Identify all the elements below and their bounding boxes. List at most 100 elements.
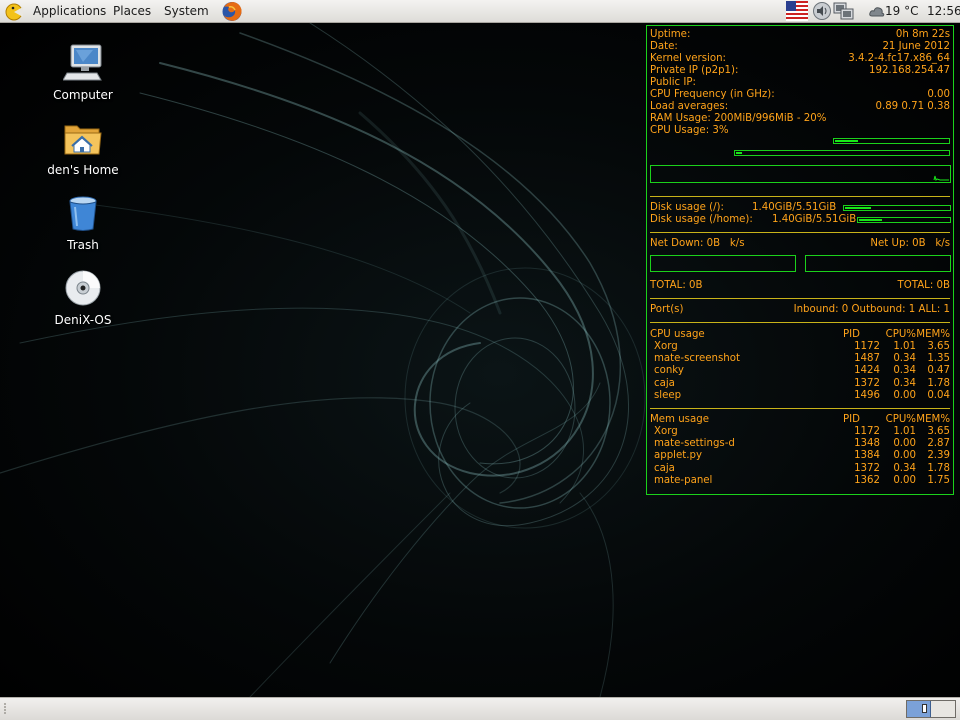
panel-handle-icon[interactable]: [3, 702, 9, 716]
net-up-label: Net Up:: [870, 238, 909, 249]
disk-root-bar: [843, 205, 951, 211]
menu-places[interactable]: Places: [113, 3, 151, 20]
date-row: Date: 21 June 2012: [650, 41, 950, 53]
divider: [650, 408, 950, 409]
divider: [650, 298, 950, 299]
net-up-graph: [805, 255, 951, 272]
mem-usage-header: Mem usage PID CPU% MEM%: [650, 414, 950, 426]
total-up: TOTAL: 0B: [898, 280, 950, 292]
desktop-icon-label: DeniX-OS: [54, 313, 112, 327]
workspace-window-thumb: [922, 704, 927, 713]
mem-usage-title: Mem usage: [650, 414, 709, 425]
total-up-label: TOTAL:: [897, 280, 934, 291]
kernel-row: Kernel version: 3.4.2-4.fc17.x86_64: [650, 53, 950, 65]
process-cpu: 1.01: [893, 426, 916, 437]
process-row: caja 1372 0.34 1.78: [650, 378, 950, 390]
computer-icon: [63, 44, 102, 81]
net-down-value: 0B: [706, 238, 721, 249]
process-mem: 2.39: [927, 450, 950, 462]
process-cpu: 0.00: [893, 474, 916, 486]
load-value: 0.89 0.71 0.38: [875, 101, 950, 112]
disk-root-bar-fill: [845, 207, 871, 209]
uptime-value: 0h 8m 22s: [895, 29, 950, 40]
cpu-bar-fill: [736, 152, 742, 154]
weather-icon[interactable]: [869, 5, 885, 18]
process-mem: 1.75: [927, 474, 950, 486]
disk-home-bar: [857, 217, 951, 223]
process-cpu: 0.00: [893, 450, 916, 462]
process-pid: 1348: [854, 438, 880, 450]
process-cpu: 0.00: [893, 389, 916, 401]
net-up-unit: k/s: [935, 238, 950, 249]
public-ip-row: Public IP:: [650, 77, 950, 89]
load-row: Load averages: 0.89 0.71 0.38: [650, 101, 950, 113]
cpu-usage-header: CPU usage PID CPU% MEM%: [650, 329, 950, 341]
ports-values: Inbound: 0 Outbound: 1 ALL: 1: [794, 304, 950, 316]
cpu-freq-label: CPU Frequency (in GHz):: [650, 89, 775, 100]
desktop-icon-label: Trash: [67, 238, 99, 252]
cpu-freq-row: CPU Frequency (in GHz): 0.00: [650, 89, 950, 101]
cpu-value: 3%: [712, 125, 729, 136]
load-label: Load averages:: [650, 101, 729, 112]
total-down-label: TOTAL:: [650, 280, 686, 291]
process-row: applet.py 1384 0.00 2.39: [650, 450, 950, 462]
total-up-value: 0B: [936, 280, 950, 291]
col-pid: PID: [843, 329, 860, 340]
private-ip-label: Private IP (p2p1):: [650, 65, 739, 76]
process-mem: 2.87: [927, 438, 950, 450]
network-icon[interactable]: [833, 1, 855, 21]
ram-value: 200MiB/996MiB - 20%: [714, 113, 827, 124]
cpu-bar: [734, 150, 950, 156]
divider: [650, 196, 950, 197]
date-value: 21 June 2012: [882, 41, 950, 52]
divider: [650, 232, 950, 233]
kernel-label: Kernel version:: [650, 53, 726, 64]
ports-row: Port(s) Inbound: 0 Outbound: 1 ALL: 1: [650, 304, 950, 316]
net-up-value: 0B: [912, 238, 926, 249]
private-ip-row: Private IP (p2p1): 192.168.254.47: [650, 65, 950, 77]
process-name: mate-settings-d: [654, 438, 735, 450]
cpu-label: CPU Usage:: [650, 125, 710, 136]
process-name: Xorg: [654, 341, 678, 352]
process-mem: 3.65: [927, 426, 950, 437]
process-name: applet.py: [654, 450, 703, 462]
process-mem: 1.78: [927, 462, 950, 474]
process-pid: 1172: [854, 341, 880, 352]
weather-temperature[interactable]: 19 °C: [885, 3, 918, 20]
process-mem: 1.35: [927, 353, 950, 365]
process-cpu: 0.34: [893, 365, 916, 377]
all-value: 1: [943, 304, 950, 315]
bottom-panel: [0, 697, 960, 720]
desktop-icon-label: den's Home: [47, 163, 119, 177]
disk-home-label: Disk usage (/home):: [650, 214, 753, 225]
mate-logo-icon[interactable]: [5, 2, 25, 21]
process-pid: 1172: [854, 426, 880, 437]
desktop-icon-label: Computer: [53, 88, 113, 102]
process-pid: 1496: [854, 389, 880, 401]
workspace-2[interactable]: [931, 701, 955, 717]
desktop: Computer den's Home Trash DeniX-OS Uptim…: [0, 23, 960, 697]
workspace-1[interactable]: [907, 701, 931, 717]
ports-label: Port(s): [650, 304, 684, 315]
col-cpu: CPU%: [885, 414, 916, 425]
net-up: Net Up: 0B k/s: [870, 238, 950, 250]
process-name: mate-screenshot: [654, 353, 740, 365]
process-cpu: 0.34: [893, 377, 916, 389]
workspace-switcher[interactable]: [906, 700, 956, 718]
clock[interactable]: 12:56: [927, 3, 960, 20]
uptime-row: Uptime: 0h 8m 22s: [650, 29, 950, 41]
process-cpu: 0.34: [893, 353, 916, 365]
process-row: caja 1372 0.34 1.78: [650, 463, 950, 475]
uptime-label: Uptime:: [650, 29, 691, 40]
ram-bar-fill: [835, 140, 858, 142]
volume-icon[interactable]: [812, 1, 832, 21]
menu-applications[interactable]: Applications: [33, 3, 106, 20]
process-cpu: 0.34: [893, 462, 916, 474]
us-flag-icon[interactable]: [786, 1, 808, 21]
process-row: mate-settings-d 1348 0.00 2.87: [650, 438, 950, 450]
process-pid: 1384: [854, 450, 880, 462]
firefox-icon[interactable]: [221, 1, 243, 22]
total-down: TOTAL: 0B: [650, 280, 702, 292]
net-down: Net Down: 0B k/s: [650, 238, 745, 250]
menu-system[interactable]: System: [164, 3, 209, 20]
